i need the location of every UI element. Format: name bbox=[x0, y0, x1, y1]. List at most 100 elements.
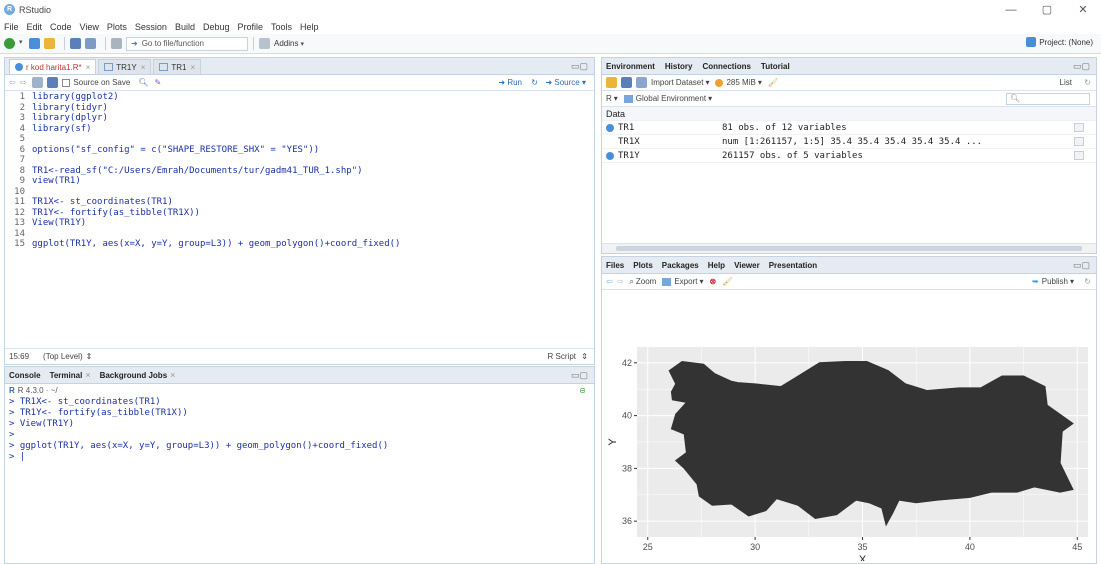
source-button[interactable]: ➜ Source ▾ bbox=[545, 78, 586, 87]
save-icon[interactable] bbox=[47, 77, 59, 88]
scrollbar-thumb[interactable] bbox=[616, 246, 1082, 251]
console-output[interactable]: > TR1X<- st_coordinates(TR1) > TR1Y<- for… bbox=[5, 397, 594, 463]
menu-tools[interactable]: Tools bbox=[271, 22, 292, 32]
maximize-button[interactable]: ▢ bbox=[1029, 0, 1065, 19]
code-line[interactable]: 15 ggplot(TR1Y, aes(x=X, y=Y, group=L3)) … bbox=[5, 239, 594, 250]
source-on-save-checkbox[interactable] bbox=[62, 78, 71, 87]
menu-help[interactable]: Help bbox=[300, 22, 319, 32]
next-plot-icon[interactable]: ⇨ bbox=[617, 277, 624, 286]
search-icon[interactable]: 🔍︎ bbox=[138, 78, 148, 87]
rerun-icon[interactable]: ↻ bbox=[531, 78, 538, 87]
save-icon[interactable] bbox=[70, 38, 81, 49]
code-editor[interactable]: 1 library(ggplot2) 2 library(tidyr) 3 library… bbox=[5, 92, 594, 348]
dropdown-arrow-icon[interactable]: ▾ bbox=[19, 38, 25, 49]
open-file-icon[interactable] bbox=[44, 38, 55, 49]
file-type-indicator[interactable]: R Script bbox=[548, 352, 576, 361]
publish-button[interactable]: ➥ Publish ▾ bbox=[1032, 277, 1074, 286]
code-line[interactable]: 12 TR1Y<- fortify(as_tibble(TR1X)) bbox=[5, 208, 594, 219]
tab-connections[interactable]: Connections bbox=[702, 62, 750, 71]
tab-tutorial[interactable]: Tutorial bbox=[761, 62, 790, 71]
export-button[interactable]: Export bbox=[674, 277, 697, 286]
import-dataset-button[interactable]: Import Dataset bbox=[651, 78, 703, 87]
table-row[interactable]: TR1X num [1:261157, 1:5] 35.4 35.4 35.4 … bbox=[602, 135, 1096, 149]
environment-search-input[interactable]: 🔍︎ bbox=[1006, 93, 1090, 105]
code-line[interactable]: 1 library(ggplot2) bbox=[5, 92, 594, 103]
grid-layout-icon[interactable] bbox=[259, 38, 270, 49]
global-environment-selector[interactable]: Global Environment bbox=[636, 94, 706, 103]
goto-file-input[interactable]: ➜ Go to file/function bbox=[126, 36, 248, 51]
broom-icon[interactable]: 🖌︎ bbox=[722, 277, 732, 286]
load-workspace-icon[interactable] bbox=[606, 77, 617, 88]
menu-profile[interactable]: Profile bbox=[238, 22, 264, 32]
menu-plots[interactable]: Plots bbox=[107, 22, 127, 32]
menu-debug[interactable]: Debug bbox=[203, 22, 230, 32]
code-line[interactable]: 7 bbox=[5, 155, 594, 166]
zoom-button[interactable]: Zoom bbox=[636, 277, 656, 286]
back-arrow-icon[interactable]: ⇦ bbox=[9, 78, 16, 87]
refresh-icon[interactable]: ↻ bbox=[1084, 78, 1091, 87]
tab-files[interactable]: Files bbox=[606, 261, 624, 270]
close-tab-icon[interactable]: × bbox=[191, 63, 196, 72]
expand-icon[interactable] bbox=[606, 123, 614, 132]
save-all-icon[interactable] bbox=[85, 38, 96, 49]
close-tab-icon[interactable]: × bbox=[86, 63, 91, 72]
expand-icon[interactable] bbox=[606, 151, 614, 160]
code-line[interactable]: 8 TR1<-read_sf("C:/Users/Emrah/Documents/… bbox=[5, 166, 594, 177]
close-tab-icon[interactable]: × bbox=[141, 63, 146, 72]
magic-wand-icon[interactable]: ✎ bbox=[155, 78, 162, 87]
code-line[interactable]: 10 bbox=[5, 187, 594, 198]
project-menu[interactable]: Project: (None) bbox=[1026, 37, 1093, 47]
pane-minimize-icon[interactable]: ▭▢ bbox=[1073, 61, 1090, 72]
tab-tr1[interactable]: TR1 × bbox=[153, 59, 202, 74]
print-icon[interactable] bbox=[111, 38, 122, 49]
scope-indicator[interactable]: (Top Level) bbox=[43, 352, 83, 361]
save-workspace-icon[interactable] bbox=[621, 77, 632, 88]
pane-minimize-icon[interactable]: ▭▢ bbox=[1073, 260, 1090, 271]
menu-code[interactable]: Code bbox=[50, 22, 72, 32]
refresh-icon[interactable]: ↻ bbox=[1084, 277, 1091, 286]
tab-plots[interactable]: Plots bbox=[633, 261, 653, 270]
code-line[interactable]: 14 bbox=[5, 229, 594, 240]
code-line[interactable]: 6 options("sf_config" = c("SHAPE_RESTORE_… bbox=[5, 145, 594, 156]
tab-viewer[interactable]: Viewer bbox=[734, 261, 760, 270]
broom-icon[interactable]: 🖌︎ bbox=[768, 78, 778, 87]
previous-plot-icon[interactable]: ⇦ bbox=[606, 277, 613, 286]
horizontal-scrollbar[interactable] bbox=[602, 243, 1096, 253]
tab-script[interactable]: r kod harita1.R* × bbox=[9, 59, 97, 74]
tab-terminal[interactable]: Terminal bbox=[50, 371, 83, 380]
close-button[interactable]: ✕ bbox=[1065, 0, 1101, 19]
menu-file[interactable]: File bbox=[4, 22, 19, 32]
tab-background-jobs[interactable]: Background Jobs bbox=[100, 371, 168, 380]
tab-environment[interactable]: Environment bbox=[606, 62, 655, 71]
new-file-icon[interactable] bbox=[4, 38, 15, 49]
tab-packages[interactable]: Packages bbox=[662, 261, 699, 270]
list-view-toggle[interactable]: List bbox=[1060, 78, 1072, 87]
menu-build[interactable]: Build bbox=[175, 22, 195, 32]
view-table-icon[interactable] bbox=[1074, 123, 1084, 132]
remove-plot-icon[interactable]: ⊗ bbox=[709, 277, 716, 286]
tab-tr1y[interactable]: TR1Y × bbox=[98, 59, 152, 74]
table-row[interactable]: TR1 81 obs. of 12 variables bbox=[602, 121, 1096, 135]
code-line[interactable]: 3 library(dplyr) bbox=[5, 113, 594, 124]
clear-console-icon[interactable]: ⊝ bbox=[579, 386, 586, 395]
tab-console[interactable]: Console bbox=[9, 371, 41, 380]
tab-history[interactable]: History bbox=[665, 62, 693, 71]
menu-edit[interactable]: Edit bbox=[27, 22, 43, 32]
table-row[interactable]: TR1Y 261157 obs. of 5 variables bbox=[602, 149, 1096, 163]
menu-session[interactable]: Session bbox=[135, 22, 167, 32]
tab-help[interactable]: Help bbox=[708, 261, 725, 270]
addins-menu[interactable]: Addins bbox=[274, 39, 298, 48]
language-selector[interactable]: R bbox=[606, 94, 612, 103]
close-tab-icon[interactable]: × bbox=[170, 370, 175, 380]
new-project-icon[interactable] bbox=[29, 38, 40, 49]
tab-presentation[interactable]: Presentation bbox=[769, 261, 817, 270]
code-line[interactable]: 4 library(sf) bbox=[5, 124, 594, 135]
show-in-window-icon[interactable] bbox=[32, 77, 44, 88]
code-line[interactable]: 5 bbox=[5, 134, 594, 145]
code-line[interactable]: 11 TR1X<- st_coordinates(TR1) bbox=[5, 197, 594, 208]
menu-view[interactable]: View bbox=[80, 22, 99, 32]
view-table-icon[interactable] bbox=[1074, 151, 1084, 160]
code-line[interactable]: 13 View(TR1Y) bbox=[5, 218, 594, 229]
code-line[interactable]: 9 view(TR1) bbox=[5, 176, 594, 187]
minimize-button[interactable]: — bbox=[993, 0, 1029, 19]
